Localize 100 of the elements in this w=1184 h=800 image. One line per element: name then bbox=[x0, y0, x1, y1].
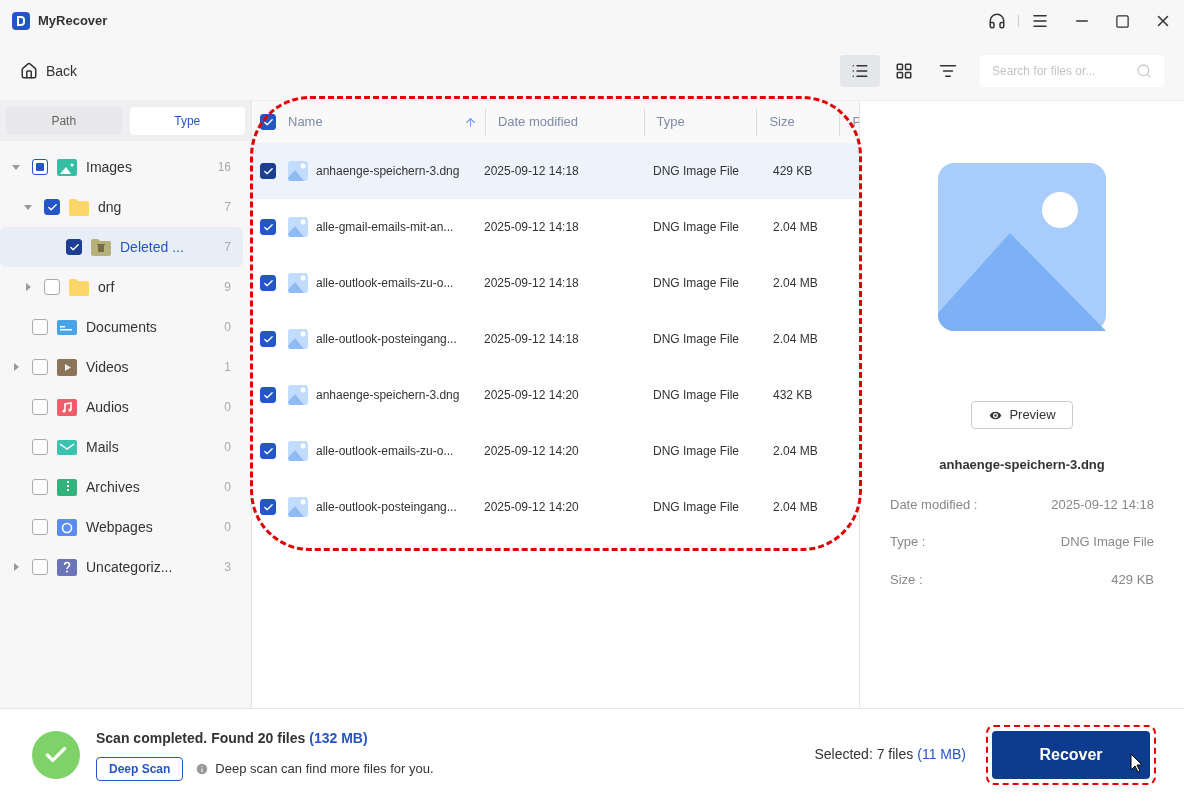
file-name: alle-outlook-posteingang... bbox=[316, 331, 458, 348]
tree-label: Mails bbox=[86, 437, 120, 457]
checkbox[interactable] bbox=[260, 499, 276, 515]
detail-value: DNG Image File bbox=[1060, 533, 1154, 551]
file-row[interactable]: anhaenge-speichern-3.dng 2025-09-12 14:18 DNG Image File 429 KB bbox=[252, 143, 859, 199]
filter-icon bbox=[939, 62, 957, 80]
checkmark-icon bbox=[262, 389, 274, 401]
image-file-icon bbox=[288, 329, 308, 349]
checkbox[interactable] bbox=[32, 159, 48, 175]
checkbox[interactable] bbox=[260, 331, 276, 347]
item-count: 9 bbox=[224, 279, 231, 296]
date-cell-text: 2025-09-12 14:18 bbox=[484, 275, 580, 292]
tree-label: dng bbox=[98, 197, 123, 217]
menu-icon[interactable] bbox=[1031, 12, 1049, 30]
type-cell-text: DNG Image File bbox=[653, 331, 741, 348]
date-cell-text: 2025-09-12 14:18 bbox=[484, 163, 580, 180]
checkmark-icon bbox=[262, 333, 274, 345]
archive-icon bbox=[56, 477, 78, 497]
image-file-icon bbox=[288, 217, 308, 237]
size-cell-text: 2.04 MB bbox=[773, 219, 818, 236]
image-file-icon bbox=[288, 273, 308, 293]
tree-item[interactable]: Archives 0 bbox=[0, 467, 243, 507]
checkbox[interactable] bbox=[32, 399, 48, 415]
film-icon bbox=[56, 357, 78, 377]
tree-item[interactable]: Webpages 0 bbox=[0, 507, 243, 547]
checkmark-icon bbox=[262, 116, 274, 128]
size-cell-text: 2.04 MB bbox=[773, 443, 818, 460]
checkbox[interactable] bbox=[66, 239, 82, 255]
date-cell-text: 2025-09-12 14:18 bbox=[484, 331, 580, 348]
checkbox[interactable] bbox=[44, 199, 60, 215]
search-field[interactable]: Search for files or... bbox=[980, 55, 1164, 87]
tree-item[interactable]: Deleted ... 7 bbox=[0, 227, 243, 267]
sidebar-tab[interactable]: Path bbox=[6, 107, 122, 135]
deep-scan-button[interactable]: Deep Scan bbox=[96, 757, 184, 781]
size-cell-text: 2.04 MB bbox=[773, 275, 818, 292]
window-title: MyRecover bbox=[38, 12, 108, 31]
checkbox[interactable] bbox=[260, 219, 276, 235]
file-name: alle-outlook-emails-zu-o... bbox=[316, 443, 455, 460]
sort-arrow-icon[interactable] bbox=[463, 115, 477, 129]
selected-size: (11 MB) bbox=[917, 745, 966, 764]
tree-label: Deleted ... bbox=[120, 237, 185, 257]
checkbox[interactable] bbox=[32, 359, 48, 375]
checkbox[interactable] bbox=[260, 443, 276, 459]
list-view-button[interactable] bbox=[840, 55, 880, 87]
tree-item[interactable]: Audios 0 bbox=[0, 387, 243, 427]
checkbox[interactable] bbox=[32, 439, 48, 455]
item-count: 7 bbox=[224, 239, 231, 256]
item-count: 0 bbox=[224, 479, 231, 496]
support-icon[interactable] bbox=[988, 12, 1006, 30]
checkmark-icon bbox=[262, 277, 274, 289]
checkbox[interactable] bbox=[32, 519, 48, 535]
date-cell-text: 2025-09-12 14:18 bbox=[484, 219, 580, 236]
checkmark-icon bbox=[262, 501, 274, 513]
tree-item[interactable]: Mails 0 bbox=[0, 427, 243, 467]
tree-item[interactable]: Uncategoriz... 3 bbox=[0, 547, 243, 587]
expand-arrow-icon[interactable] bbox=[12, 563, 20, 571]
tree-item[interactable]: Images 16 bbox=[0, 147, 243, 187]
mail-icon bbox=[56, 437, 78, 457]
grid-icon bbox=[895, 62, 913, 80]
tree-label: orf bbox=[98, 277, 116, 297]
checkbox[interactable] bbox=[260, 114, 276, 130]
image-file-icon bbox=[288, 441, 308, 461]
checkbox[interactable] bbox=[260, 275, 276, 291]
selected-count: Selected: 7 files bbox=[814, 745, 914, 764]
tree-label: Archives bbox=[86, 477, 141, 497]
checkbox[interactable] bbox=[32, 479, 48, 495]
back-button[interactable]: Back bbox=[20, 60, 78, 82]
preview-button[interactable]: Preview bbox=[971, 401, 1073, 429]
checkmark-icon bbox=[262, 445, 274, 457]
mouse-cursor-icon bbox=[1130, 753, 1143, 773]
detail-label: Size : bbox=[890, 570, 923, 589]
collapse-arrow-icon[interactable] bbox=[24, 203, 32, 211]
file-name: anhaenge-speichern-3.dng bbox=[316, 387, 461, 404]
music-icon bbox=[56, 397, 78, 417]
checkbox[interactable] bbox=[44, 279, 60, 295]
detail-value: 2025-09-12 14:18 bbox=[1051, 495, 1154, 514]
size-cell-text: 429 KB bbox=[773, 163, 813, 180]
file-name: alle-outlook-posteingang... bbox=[316, 499, 458, 516]
item-count: 0 bbox=[224, 519, 231, 536]
checkbox[interactable] bbox=[32, 319, 48, 335]
collapse-arrow-icon[interactable] bbox=[12, 163, 20, 171]
tree-item[interactable]: dng 7 bbox=[0, 187, 243, 227]
checkbox[interactable] bbox=[32, 559, 48, 575]
web-icon bbox=[56, 517, 78, 537]
size-cell-text: 2.04 MB bbox=[773, 331, 818, 348]
sidebar-tab[interactable]: Type bbox=[129, 107, 245, 135]
date-cell-text: 2025-09-12 14:20 bbox=[484, 443, 580, 460]
tree-item[interactable]: orf 9 bbox=[0, 267, 243, 307]
checkbox[interactable] bbox=[260, 163, 276, 179]
tree-item[interactable]: Videos 1 bbox=[0, 347, 243, 387]
expand-arrow-icon[interactable] bbox=[12, 363, 20, 371]
recover-button[interactable]: Recover bbox=[992, 730, 1150, 779]
type-cell-text: DNG Image File bbox=[653, 499, 741, 516]
question-folder-icon bbox=[56, 557, 78, 577]
type-cell-text: DNG Image File bbox=[653, 219, 741, 236]
expand-arrow-icon[interactable] bbox=[24, 283, 32, 291]
checkmark-icon bbox=[262, 221, 274, 233]
checkbox[interactable] bbox=[260, 387, 276, 403]
maximize-icon[interactable] bbox=[1115, 13, 1130, 29]
tree-item[interactable]: Documents 0 bbox=[0, 307, 243, 347]
